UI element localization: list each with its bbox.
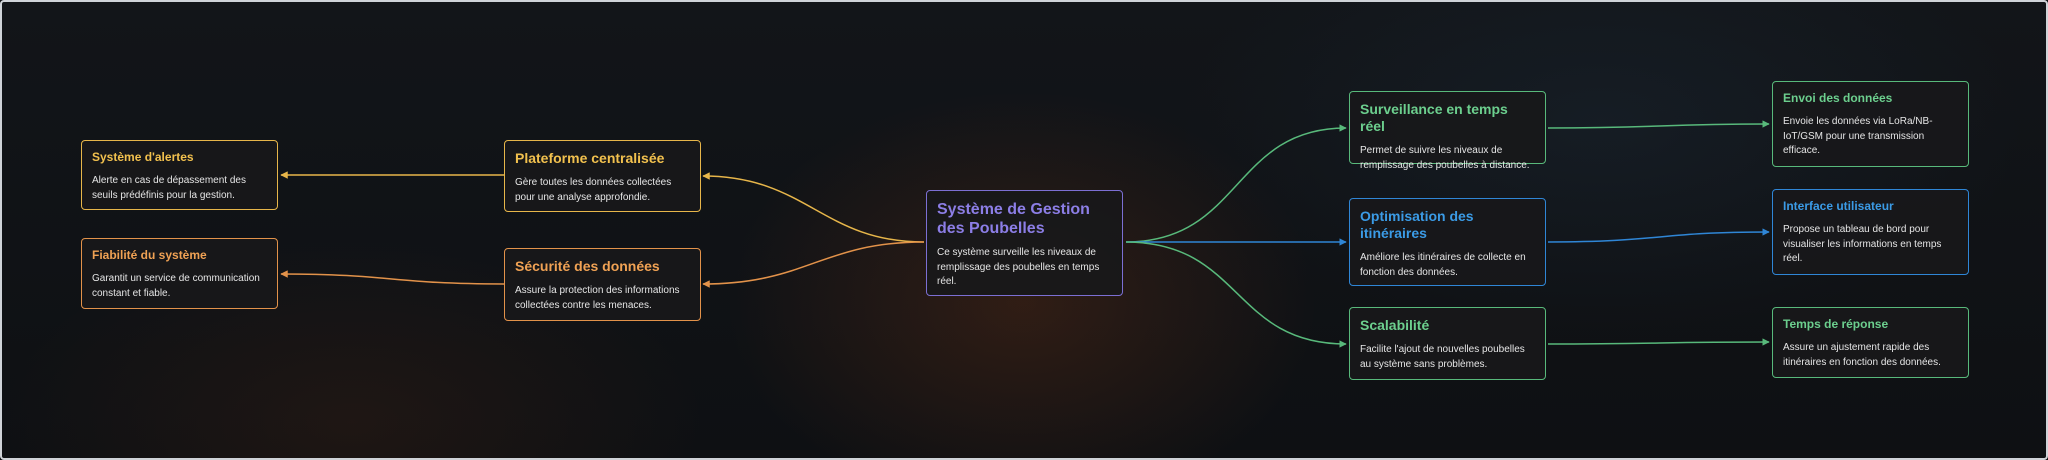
node-text: Envoie les données via LoRa/NB-IoT/GSM p… <box>1783 116 1933 156</box>
node-text: Gère toutes les données collectées pour … <box>515 177 672 203</box>
node-text: Facilite l'ajout de nouvelles poubelles … <box>1360 344 1525 370</box>
node-plateforme-centralisee[interactable]: Plateforme centralisée Gère toutes les d… <box>504 140 701 212</box>
node-systeme-alertes[interactable]: Système d'alertes Alerte en cas de dépas… <box>81 140 278 210</box>
node-text: Assure la protection des informations co… <box>515 285 680 311</box>
link-surveillance-envoi <box>1547 120 1770 129</box>
node-optimisation-itineraires[interactable]: Optimisation des itinéraires Améliore le… <box>1349 198 1546 286</box>
node-title: Envoi des données <box>1783 91 1893 105</box>
node-title: Interface utilisateur <box>1783 199 1894 213</box>
link-center-scalabilite <box>1125 241 1347 348</box>
node-envoi-donnees[interactable]: Envoi des données Envoie les données via… <box>1772 81 1969 167</box>
link-securite-fiabilite <box>280 270 505 285</box>
node-interface-utilisateur[interactable]: Interface utilisateur Propose un tableau… <box>1772 189 1969 275</box>
node-text: Améliore les itinéraires de collecte en … <box>1360 252 1526 278</box>
center-node-title: Système de Gestion des Poubelles <box>937 201 1090 237</box>
node-title: Optimisation des itinéraires <box>1360 208 1474 241</box>
node-securite-donnees[interactable]: Sécurité des données Assure la protectio… <box>504 248 701 321</box>
node-text: Assure un ajustement rapide des itinérai… <box>1783 342 1941 368</box>
node-title: Plateforme centralisée <box>515 150 665 166</box>
link-center-surveillance <box>1125 124 1347 243</box>
node-title: Sécurité des données <box>515 258 660 274</box>
node-fiabilite-systeme[interactable]: Fiabilité du système Garantit un service… <box>81 238 278 309</box>
mindmap-canvas: Système de Gestion des Poubelles Ce syst… <box>0 0 2048 460</box>
node-title: Fiabilité du système <box>92 248 207 262</box>
node-surveillance-temps-reel[interactable]: Surveillance en temps réel Permet de sui… <box>1349 91 1546 171</box>
node-text: Permet de suivre les niveaux de rempliss… <box>1360 145 1530 171</box>
center-node[interactable]: Système de Gestion des Poubelles Ce syst… <box>926 190 1123 296</box>
node-scalabilite[interactable]: Scalabilité Facilite l'ajout de nouvelle… <box>1349 307 1546 380</box>
node-title: Temps de réponse <box>1783 317 1889 331</box>
node-title: Scalabilité <box>1360 317 1430 333</box>
link-center-plateforme <box>702 172 925 243</box>
node-text: Propose un tableau de bord pour visualis… <box>1783 224 1942 264</box>
node-temps-reponse[interactable]: Temps de réponse Assure un ajustement ra… <box>1772 307 1969 378</box>
link-optimisation-interface <box>1547 228 1770 243</box>
node-text: Alerte en cas de dépassement des seuils … <box>92 175 246 201</box>
node-title: Surveillance en temps réel <box>1360 101 1508 134</box>
center-node-text: Ce système surveille les niveaux de remp… <box>937 247 1100 287</box>
node-text: Garantit un service de communication con… <box>92 273 260 299</box>
node-title: Système d'alertes <box>92 150 194 164</box>
link-scalabilite-temps <box>1547 338 1770 346</box>
link-center-securite <box>702 241 925 288</box>
